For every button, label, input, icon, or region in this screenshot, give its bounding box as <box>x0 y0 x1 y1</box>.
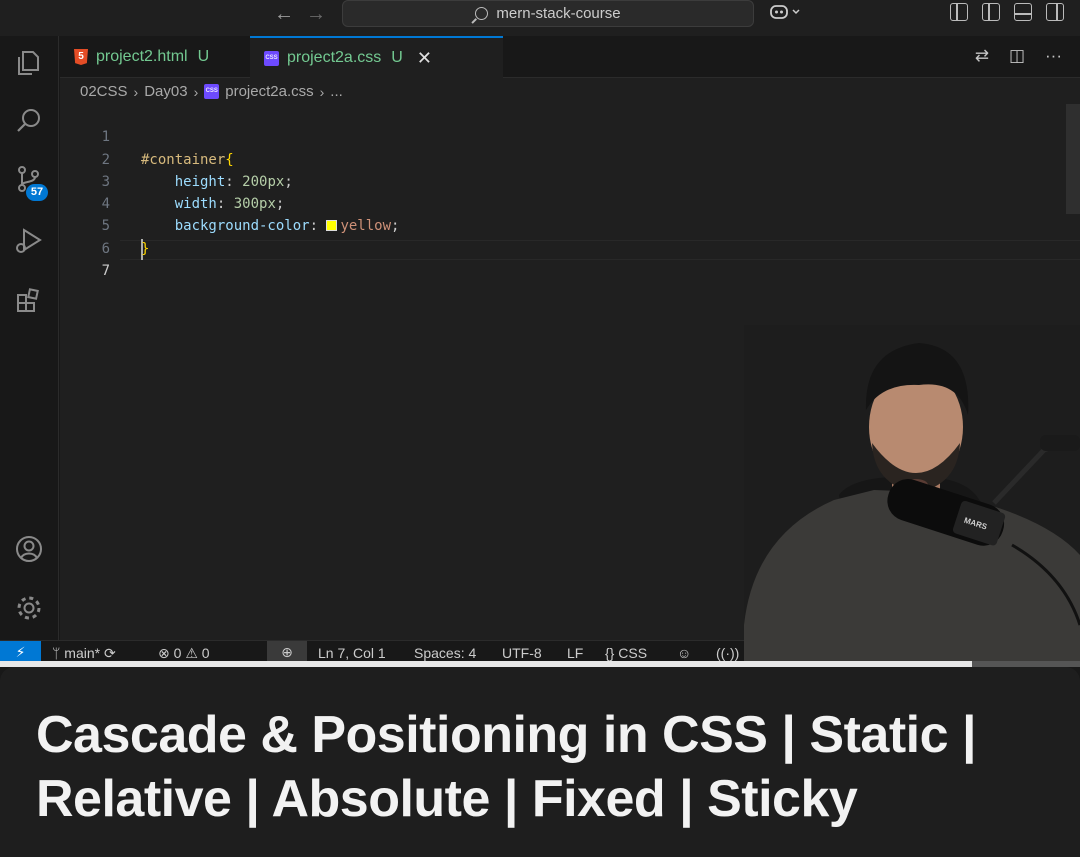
presenter-video: MARS <box>744 325 1080 661</box>
layout-controls <box>950 3 1064 21</box>
tab-label: project2a.css <box>287 49 382 66</box>
css-value: yellow <box>340 218 392 235</box>
problems-status[interactable]: ⊗ 0 ⚠ 0 <box>158 645 210 662</box>
editor-actions: ⇄ ◫ ··· <box>975 46 1062 66</box>
open-brace: { <box>225 151 234 168</box>
code-lines: 1 #container{ 2 height: 200px; 3 width: … <box>60 104 400 279</box>
code-line: 6 <box>60 215 111 257</box>
eol-status[interactable]: LF <box>567 645 583 661</box>
git-branch-icon: ᛘ <box>52 645 65 661</box>
extensions-icon[interactable] <box>14 286 44 316</box>
compare-changes-icon[interactable]: ⇄ <box>975 46 989 66</box>
video-title-panel: Cascade & Positioning in CSS | Static | … <box>0 667 1080 857</box>
breadcrumb: 02CSS › Day03 › CSS project2a.css › ... <box>80 83 343 100</box>
language-mode[interactable]: {} CSS <box>605 645 647 661</box>
explorer-icon[interactable] <box>14 48 44 78</box>
close-brace: } <box>141 240 150 257</box>
chevron-right-icon: › <box>319 83 325 100</box>
close-icon[interactable]: ✕ <box>417 48 432 69</box>
tab-project2-html[interactable]: 5 project2.html U <box>60 36 250 78</box>
html-file-icon: 5 <box>74 49 88 65</box>
branch-status[interactable]: ᛘ main* ⟳ <box>52 645 116 662</box>
code-line: 3 width: 300px; <box>60 149 285 212</box>
webcam-overlay: MARS <box>744 325 1080 661</box>
chevron-right-icon: › <box>133 83 139 100</box>
untracked-indicator: U <box>391 49 403 66</box>
braces-icon: {} <box>605 645 619 661</box>
current-line-highlight <box>120 240 1080 260</box>
account-icon[interactable] <box>14 534 44 564</box>
activity-bar: 57 <box>0 36 59 641</box>
error-count: 0 <box>173 645 182 661</box>
breadcrumb-file[interactable]: project2a.css <box>225 83 313 100</box>
css-property: background-color <box>174 218 310 235</box>
warning-count: 0 <box>201 645 210 661</box>
code-line: 2 height: 200px; <box>60 126 293 190</box>
encoding-status[interactable]: UTF-8 <box>502 645 542 661</box>
breadcrumb-symbol[interactable]: ... <box>330 83 343 100</box>
command-center-label: mern-stack-course <box>496 5 621 22</box>
code-line: 4 background-color: yellow; <box>60 171 400 234</box>
title-bar: ← → mern-stack-course <box>0 0 1080 36</box>
toggle-panel-icon[interactable] <box>1014 3 1032 21</box>
code-line: 7 <box>60 238 111 279</box>
untracked-indicator: U <box>197 48 210 65</box>
language-label: CSS <box>618 645 648 661</box>
broadcast-icon[interactable]: ((·)) <box>716 645 739 661</box>
toggle-primary-sidebar-icon[interactable] <box>982 3 1000 21</box>
copilot-status-icon[interactable]: ☺ <box>677 645 691 661</box>
editor-scrollbar[interactable] <box>1066 104 1080 214</box>
customize-layout-icon[interactable] <box>950 3 968 21</box>
settings-gear-icon[interactable] <box>14 593 44 623</box>
arrow-left-icon[interactable]: ← <box>274 4 294 24</box>
editor-tab-bar: 5 project2.html U CSS project2a.css U ✕ … <box>60 36 1080 78</box>
run-debug-icon[interactable] <box>14 226 44 256</box>
tab-label: project2.html <box>96 48 188 65</box>
indentation-status[interactable]: Spaces: 4 <box>414 645 476 661</box>
css-property: height <box>174 173 226 190</box>
video-title: Cascade & Positioning in CSS | Static | … <box>36 706 977 828</box>
branch-label: main* <box>64 645 101 661</box>
more-actions-icon[interactable]: ··· <box>1045 46 1062 66</box>
error-icon: ⊗ <box>158 645 174 661</box>
code-line: 5 } <box>60 193 150 256</box>
css-value: 200px <box>242 173 285 190</box>
line-number: 7 <box>101 263 110 280</box>
css-property: width <box>174 196 217 213</box>
source-control-badge: 57 <box>26 184 48 201</box>
breadcrumb-folder[interactable]: Day03 <box>144 83 187 100</box>
css-file-icon: CSS <box>264 50 279 66</box>
tab-project2a-css[interactable]: CSS project2a.css U ✕ <box>250 36 503 78</box>
warning-icon: ⚠ <box>185 645 202 661</box>
command-center-search[interactable]: mern-stack-course <box>342 0 754 27</box>
toggle-secondary-sidebar-icon[interactable] <box>1046 3 1064 21</box>
code-line: 1 #container{ <box>60 104 234 167</box>
arrow-right-icon[interactable]: → <box>306 4 326 24</box>
split-editor-icon[interactable]: ◫ <box>1009 46 1025 66</box>
sync-icon[interactable]: ⟳ <box>104 645 116 661</box>
chevron-right-icon: › <box>193 83 199 100</box>
css-selector: #container <box>141 151 226 168</box>
breadcrumb-folder[interactable]: 02CSS <box>80 83 128 100</box>
copilot-icon[interactable] <box>769 3 803 26</box>
css-file-icon: CSS <box>204 84 220 99</box>
cursor-position[interactable]: Ln 7, Col 1 <box>318 645 386 661</box>
search-icon[interactable] <box>14 106 44 136</box>
css-value: 300px <box>233 196 276 213</box>
search-icon <box>475 7 489 20</box>
color-swatch[interactable] <box>326 220 338 232</box>
